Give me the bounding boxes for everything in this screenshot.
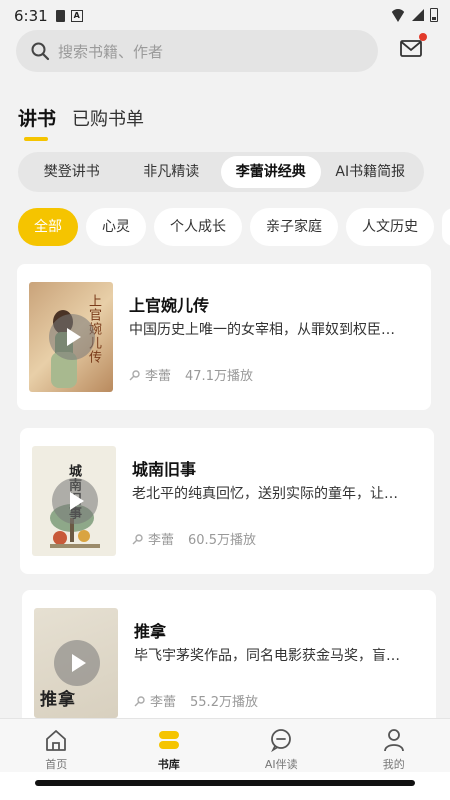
- filter-chips: 全部 心灵 个人成长 亲子家庭 人文历史: [18, 208, 450, 248]
- play-icon: [72, 654, 86, 672]
- segment-feifan[interactable]: 非凡精读: [122, 156, 222, 188]
- mail-icon: [400, 40, 422, 57]
- play-icon: [70, 492, 84, 510]
- wifi-icon: [390, 8, 406, 22]
- nav-label: 我的: [382, 758, 405, 771]
- category-segment: 樊登讲书 非凡精读 李蕾讲经典 AI书籍简报: [18, 152, 424, 192]
- book-card[interactable]: 上官婉儿传 上官婉儿传 中国历史上唯一的女宰相，从罪奴到权臣… 李蕾 47.1万…: [17, 264, 431, 410]
- author-name: 李蕾: [145, 369, 172, 384]
- play-count: 60.5万播放: [188, 533, 256, 548]
- book-cover: 上官婉儿传: [29, 282, 113, 392]
- main-tabs: 讲书 已购书单: [18, 104, 144, 141]
- a-notification-icon: A: [70, 10, 83, 22]
- nav-label: AI伴读: [264, 758, 298, 771]
- library-icon: [158, 731, 179, 749]
- search-input[interactable]: 搜索书籍、作者: [16, 30, 378, 72]
- book-meta: 李蕾 60.5万播放: [132, 529, 256, 548]
- battery-icon: [430, 8, 438, 22]
- book-description: 中国历史上唯一的女宰相，从罪奴到权臣…: [129, 322, 395, 338]
- chip-history[interactable]: 人文历史: [346, 208, 434, 246]
- gesture-bar: [0, 772, 450, 800]
- book-card[interactable]: 城南旧事 城南旧事 老北平的纯真回忆，送别实际的童年，让… 李蕾 60.5万播放: [20, 428, 434, 574]
- ai-chat-icon: [271, 729, 292, 753]
- book-title: 推拿: [134, 622, 167, 641]
- tab-purchased-books[interactable]: 已购书单: [72, 105, 144, 137]
- play-button[interactable]: [49, 314, 95, 360]
- author-name: 李蕾: [148, 533, 175, 548]
- book-meta: 李蕾 55.2万播放: [134, 691, 258, 710]
- play-button[interactable]: [54, 640, 100, 686]
- book-title: 上官婉儿传: [129, 296, 210, 315]
- segment-lilei[interactable]: 李蕾讲经典: [221, 156, 321, 188]
- chip-all[interactable]: 全部: [18, 208, 78, 246]
- pen-icon: [132, 533, 143, 544]
- book-author: 李蕾: [132, 529, 174, 548]
- profile-icon: [383, 729, 404, 752]
- notification-badge: [419, 33, 427, 41]
- book-title: 城南旧事: [132, 460, 197, 479]
- book-author: 李蕾: [134, 691, 176, 710]
- signal-icon: [412, 9, 424, 21]
- cover-title: 推拿: [40, 690, 76, 710]
- chip-family[interactable]: 亲子家庭: [250, 208, 338, 246]
- status-time: 6:31: [14, 7, 48, 25]
- nav-label: 书库: [157, 758, 180, 771]
- nav-ai-reading[interactable]: AI伴读: [225, 719, 338, 772]
- chip-mind[interactable]: 心灵: [86, 208, 146, 246]
- play-count: 47.1万播放: [185, 369, 253, 384]
- tab-lecture-books[interactable]: 讲书: [18, 104, 56, 141]
- book-description: 老北平的纯真回忆，送别实际的童年，让…: [132, 486, 398, 502]
- sim-card-icon: [55, 10, 65, 22]
- play-button[interactable]: [52, 478, 98, 524]
- search-placeholder: 搜索书籍、作者: [58, 42, 164, 61]
- book-author: 李蕾: [129, 365, 171, 384]
- pen-icon: [134, 695, 145, 706]
- nav-profile[interactable]: 我的: [338, 719, 450, 772]
- nav-library[interactable]: 书库: [113, 719, 226, 772]
- author-name: 李蕾: [150, 695, 177, 710]
- chip-more[interactable]: [442, 208, 450, 246]
- search-icon: [31, 42, 50, 61]
- play-count: 55.2万播放: [190, 695, 258, 710]
- nav-label: 首页: [45, 758, 68, 771]
- mail-button[interactable]: [398, 33, 427, 60]
- status-bar: 6:31 A: [0, 0, 450, 32]
- book-cover: 推拿: [34, 608, 118, 718]
- book-meta: 李蕾 47.1万播放: [129, 365, 253, 384]
- segment-ai-brief[interactable]: AI书籍简报: [321, 156, 421, 188]
- pen-icon: [129, 369, 140, 380]
- bottom-navigation: 首页 书库 AI伴读 我的: [0, 718, 450, 772]
- book-cover: 城南旧事: [32, 446, 116, 556]
- book-card[interactable]: 推拿 推拿 毕飞宇茅奖作品，同名电影获金马奖，盲… 李蕾 55.2万播放: [22, 590, 436, 730]
- chip-growth[interactable]: 个人成长: [154, 208, 242, 246]
- segment-fandeng[interactable]: 樊登讲书: [22, 156, 122, 188]
- home-icon: [46, 730, 67, 751]
- nav-home[interactable]: 首页: [0, 719, 113, 772]
- play-icon: [67, 328, 81, 346]
- book-description: 毕飞宇茅奖作品，同名电影获金马奖，盲…: [134, 648, 400, 664]
